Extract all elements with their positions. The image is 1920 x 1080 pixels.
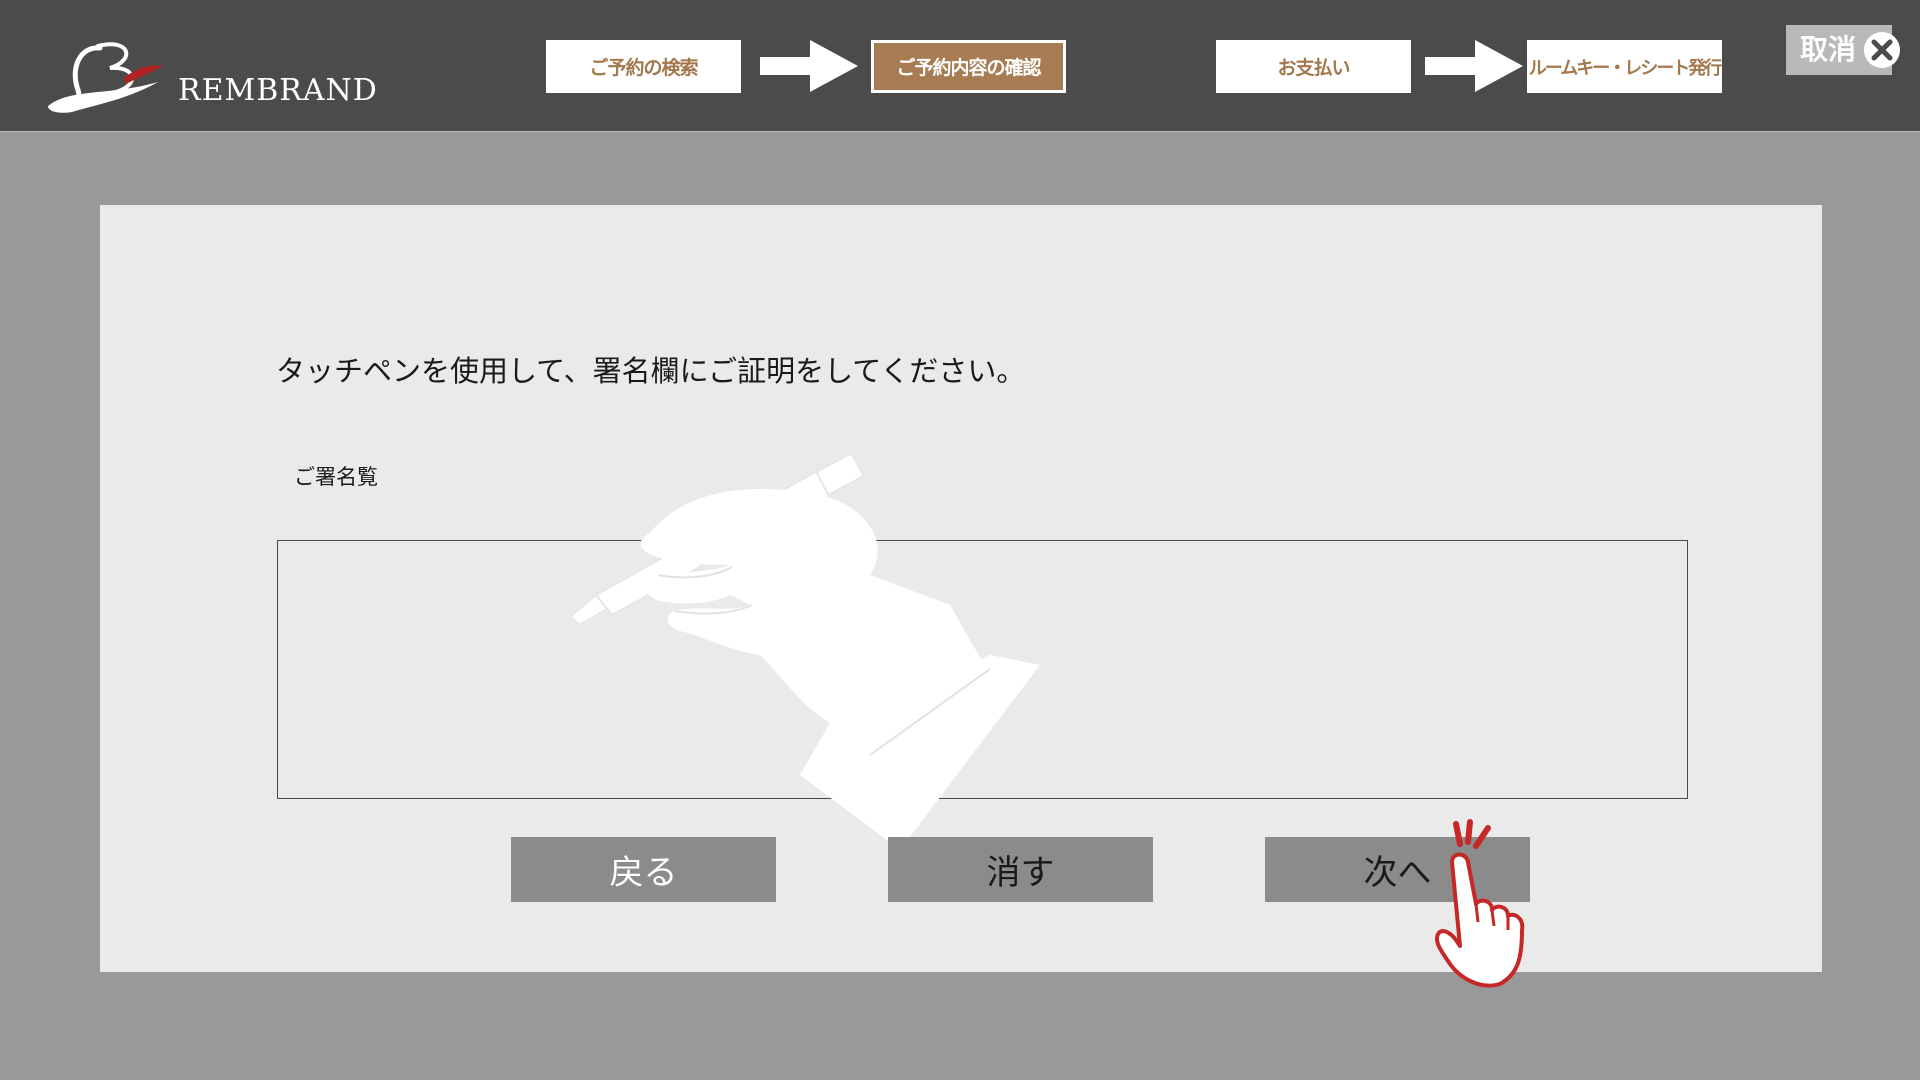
right-arrow-icon xyxy=(1425,40,1523,92)
close-icon[interactable] xyxy=(1862,30,1902,70)
header-bar: REMBRAND ご予約の検索 ご予約内容の確認 お支払い ルームキー・レシート… xyxy=(0,0,1920,132)
step-payment[interactable]: お支払い xyxy=(1216,40,1411,93)
step-search-reservation[interactable]: ご予約の検索 xyxy=(546,40,741,93)
tap-hand-icon xyxy=(1435,819,1525,988)
back-button[interactable]: 戻る xyxy=(511,837,776,902)
signature-label: ご署名覧 xyxy=(294,465,378,489)
rembrand-logo-icon xyxy=(48,42,164,113)
right-arrow-icon xyxy=(760,40,858,92)
brand-name: REMBRAND xyxy=(178,73,378,108)
step-roomkey-receipt[interactable]: ルームキー・レシート発行 xyxy=(1527,40,1722,93)
instruction-text: タッチペンを使用して、署名欄にご証明をしてください。 xyxy=(276,354,1026,388)
step-confirm-reservation[interactable]: ご予約内容の確認 xyxy=(871,40,1066,93)
clear-button[interactable]: 消す xyxy=(888,837,1153,902)
hand-holding-pen-icon xyxy=(570,455,1040,850)
